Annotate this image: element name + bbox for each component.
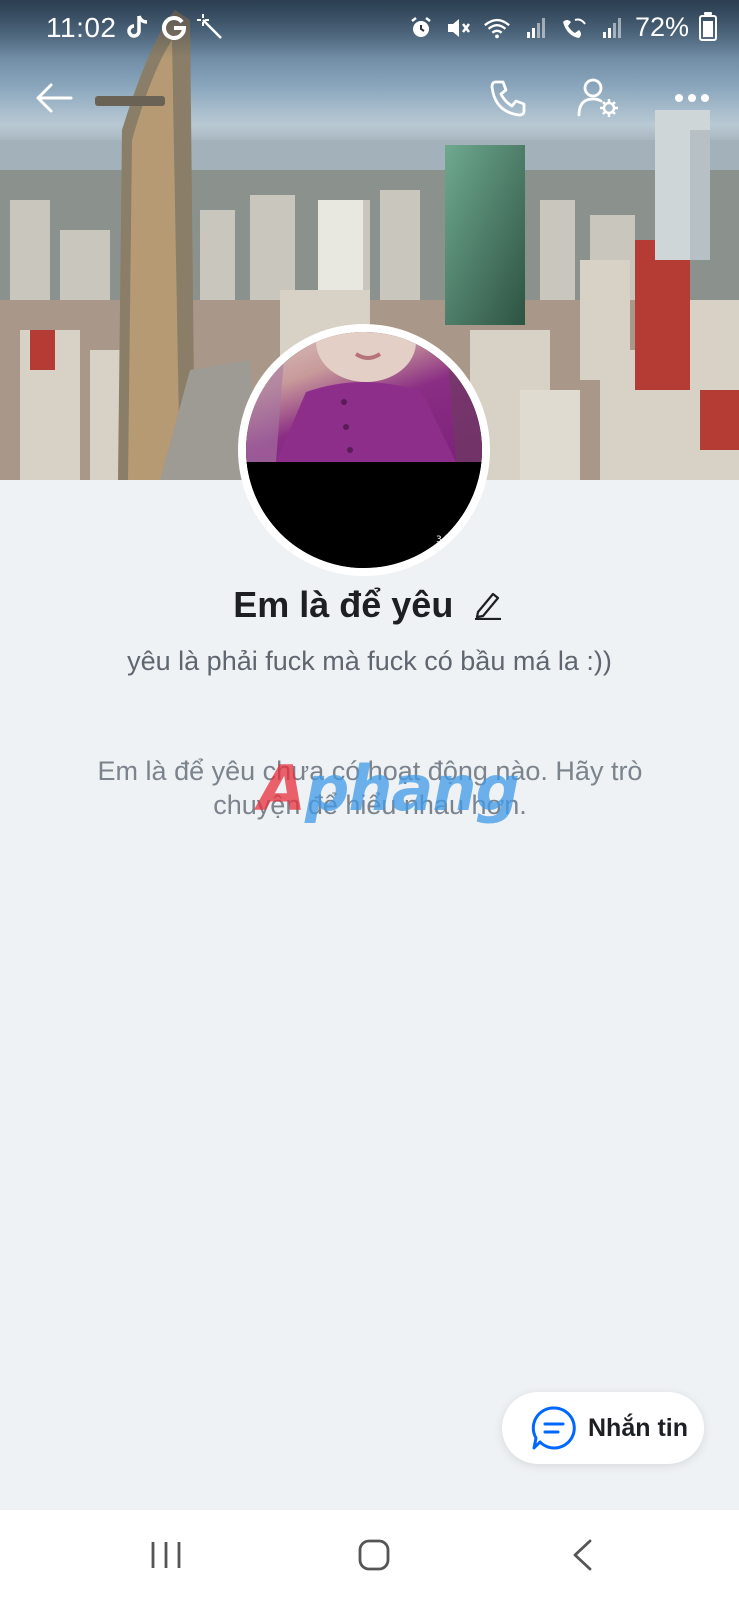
profile-name: Em là để yêu xyxy=(233,584,454,625)
signal-icon xyxy=(597,13,625,43)
wifi-calling-icon xyxy=(559,13,587,43)
profile-status: yêu là phải fuck mà fuck có bầu má la :)… xyxy=(127,646,612,676)
system-nav-bar xyxy=(0,1510,739,1600)
user-settings-icon xyxy=(577,78,618,117)
google-icon xyxy=(160,12,188,42)
chat-bubble-icon xyxy=(528,1402,580,1454)
battery-percent: 72% xyxy=(634,12,689,42)
empty-activity-message: Em là để yêu chưa có hoạt động nào. Hãy … xyxy=(97,756,643,820)
profile-avatar[interactable]: 3 b xyxy=(238,324,490,576)
tiktok-icon xyxy=(124,12,152,42)
profile-header-actions xyxy=(0,62,739,134)
chevron-left-icon xyxy=(573,1539,592,1571)
recent-apps-icon xyxy=(151,1542,181,1568)
pencil-icon xyxy=(474,592,501,620)
system-back-button[interactable] xyxy=(552,1530,612,1580)
wifi-icon xyxy=(483,13,511,43)
notification-icons xyxy=(124,12,224,42)
call-button[interactable] xyxy=(476,66,540,130)
send-message-button[interactable]: Nhắn tin xyxy=(502,1392,704,1464)
avatar-tag: 3 b xyxy=(436,535,451,545)
home-icon xyxy=(358,1539,390,1571)
avatar-photo xyxy=(246,332,482,462)
more-options-button[interactable] xyxy=(660,66,724,130)
status-time: 11:02 xyxy=(46,12,117,43)
alarm-icon xyxy=(407,13,435,43)
back-button[interactable] xyxy=(22,66,86,130)
home-button[interactable] xyxy=(344,1530,404,1580)
battery-icon xyxy=(699,11,717,41)
send-message-label: Nhắn tin xyxy=(588,1413,688,1442)
profile-settings-button[interactable] xyxy=(566,66,630,130)
profile-name-row: Em là để yêu xyxy=(0,584,739,626)
magic-wand-icon xyxy=(196,12,224,42)
system-icons: 72% xyxy=(407,11,717,43)
back-arrow-icon xyxy=(36,83,73,113)
recent-apps-button[interactable] xyxy=(136,1530,196,1580)
status-bar: 11:02 72% xyxy=(0,0,739,58)
phone-icon xyxy=(490,80,526,117)
mute-icon xyxy=(445,13,473,43)
signal-icon xyxy=(521,13,549,43)
edit-name-button[interactable] xyxy=(470,587,506,623)
avatar-image: 3 b xyxy=(246,332,482,568)
more-icon xyxy=(675,94,709,102)
